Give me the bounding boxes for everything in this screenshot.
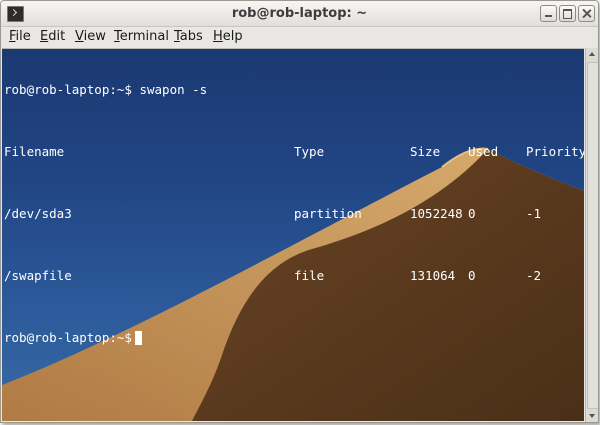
maximize-icon[interactable] — [559, 5, 576, 22]
menu-edit[interactable]: Edit — [40, 29, 65, 44]
menu-tabs-rest: abs — [179, 29, 203, 44]
window-title: rob@rob-laptop: ~ — [231, 6, 368, 21]
output-row: /swapfile file 131064 0 -2 — [4, 268, 541, 284]
header-filename: Filename — [4, 144, 65, 159]
cell-type: partition — [294, 206, 362, 221]
terminal-screen[interactable]: rob@rob-laptop:~$ swapon -s Filename Typ… — [2, 48, 584, 421]
cell-type: file — [294, 268, 325, 283]
header-size: Size — [410, 144, 441, 159]
menu-view-rest: iew — [83, 29, 106, 44]
command-text: swapon -s — [139, 82, 208, 97]
title-bar[interactable]: rob@rob-laptop: ~ — [1, 1, 598, 27]
prompt-line: rob@rob-laptop:~$ — [4, 330, 207, 346]
menu-help[interactable]: Help — [213, 29, 243, 44]
text-cursor — [134, 331, 142, 345]
menu-view[interactable]: View — [75, 29, 106, 44]
cell-filename: /swapfile — [4, 268, 72, 283]
minimize-icon[interactable] — [540, 5, 557, 22]
vertical-scrollbar[interactable] — [585, 48, 598, 422]
cell-filename: /dev/sda3 — [4, 206, 72, 221]
cell-used: 0 — [468, 206, 476, 221]
cell-size: 1052248 — [410, 206, 463, 221]
scroll-up-arrow-icon[interactable] — [586, 48, 598, 61]
menu-tabs[interactable]: Tabs — [174, 29, 203, 44]
menu-terminal[interactable]: Terminal — [114, 29, 169, 44]
scrollbar-track[interactable] — [587, 62, 598, 409]
command-line: rob@rob-laptop:~$ swapon -s — [4, 82, 207, 98]
scroll-down-arrow-icon[interactable] — [586, 409, 598, 422]
menu-bar: File Edit View Terminal Tabs Help — [1, 27, 598, 48]
menu-file[interactable]: File — [9, 29, 31, 44]
cell-priority: -2 — [526, 268, 542, 283]
menu-terminal-rest: erminal — [119, 29, 169, 44]
close-icon[interactable] — [578, 5, 595, 22]
cell-size: 131064 — [410, 268, 456, 283]
cell-priority: -1 — [526, 206, 542, 221]
menu-help-rest: elp — [222, 29, 243, 44]
terminal-output: rob@rob-laptop:~$ swapon -s Filename Typ… — [4, 51, 584, 377]
header-type: Type — [294, 144, 325, 159]
cell-used: 0 — [468, 268, 476, 283]
prompt: rob@rob-laptop:~$ — [4, 82, 132, 97]
output-header-row: Filename Type Size Used Priority — [4, 144, 584, 160]
menu-edit-rest: dit — [48, 29, 66, 44]
header-used: Used — [468, 144, 499, 159]
terminal-window: rob@rob-laptop: ~ File Edit View Termina… — [0, 0, 599, 423]
prompt: rob@rob-laptop:~$ — [4, 330, 132, 345]
header-priority: Priority — [526, 144, 584, 159]
output-row: /dev/sda3 partition 1052248 0 -1 — [4, 206, 541, 222]
menu-file-rest: ile — [15, 29, 31, 44]
